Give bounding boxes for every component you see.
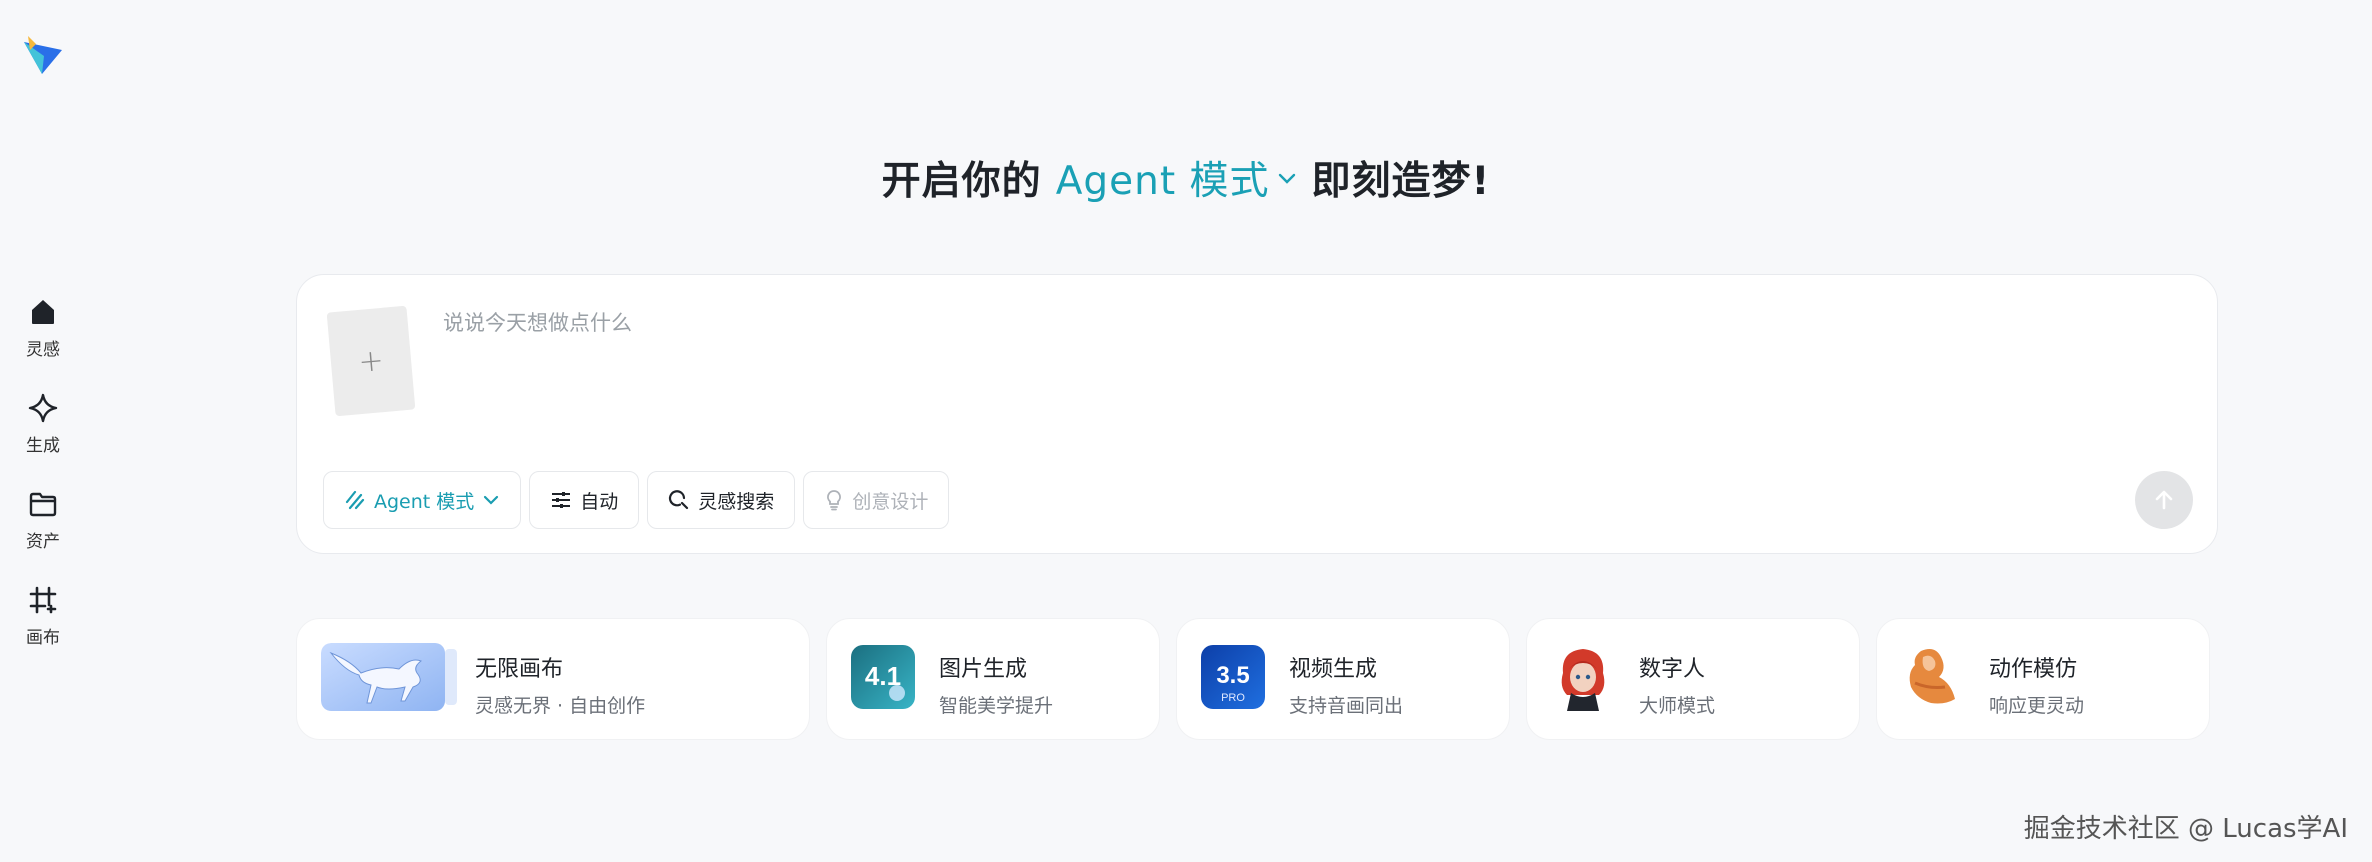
- feature-cards: 无限画布 灵感无界 · 自由创作 4.1 图片生成 智能美学提升 3.5 PRO: [296, 618, 2210, 740]
- mode-selector[interactable]: Agent 模式: [1056, 150, 1298, 206]
- prompt-card: + Agent 模式 自动 灵感搜索 创意设计: [296, 274, 2218, 554]
- heading-prefix: 开启你的: [881, 159, 1042, 204]
- sidebar-item-label: 灵感: [26, 340, 60, 360]
- feature-card-infinite-canvas[interactable]: 无限画布 灵感无界 · 自由创作: [296, 618, 810, 740]
- page-heading: 开启你的 Agent 模式 即刻造梦!: [0, 150, 2372, 206]
- sidebar-item-canvas[interactable]: 画布: [0, 580, 86, 676]
- send-button[interactable]: [2135, 471, 2193, 529]
- sliders-icon: [552, 492, 571, 508]
- red-hair-avatar-thumbnail: [1551, 643, 1615, 711]
- creative-design-label: 创意设计: [852, 490, 929, 513]
- image-gen-version: 4.1: [865, 661, 901, 691]
- agent-icon: [345, 490, 365, 510]
- feature-subtitle: 智能美学提升: [939, 695, 1054, 717]
- heading-suffix: 即刻造梦!: [1311, 159, 1491, 204]
- inspiration-search-chip[interactable]: 灵感搜索: [647, 471, 796, 529]
- sparkle-icon: [27, 392, 59, 424]
- feature-card-digital-human[interactable]: 数字人 大师模式: [1526, 618, 1860, 740]
- auto-settings-chip[interactable]: 自动: [529, 471, 640, 529]
- sidebar-item-label: 生成: [26, 436, 60, 456]
- bulb-icon: [827, 490, 842, 511]
- feature-text: 图片生成 智能美学提升: [939, 651, 1053, 718]
- folder-icon: [27, 488, 59, 520]
- feature-card-motion-imitation[interactable]: 动作模仿 响应更灵动: [1876, 618, 2210, 740]
- video-gen-tier: PRO: [1221, 692, 1245, 704]
- feature-text: 数字人 大师模式: [1639, 651, 1715, 718]
- app-logo[interactable]: [22, 34, 64, 76]
- feature-subtitle: 大师模式: [1639, 695, 1716, 717]
- agent-mode-chip[interactable]: Agent 模式: [323, 471, 522, 529]
- creative-design-chip[interactable]: 创意设计: [803, 471, 950, 529]
- watermark: 掘金技术社区 @ Lucas学AI: [2023, 814, 2348, 844]
- paper-plane-logo-icon: [24, 36, 62, 74]
- upload-reference-button[interactable]: +: [326, 305, 416, 417]
- auto-label: 自动: [580, 490, 619, 513]
- feature-title: 动作模仿: [1989, 657, 2078, 682]
- search-refresh-icon: [669, 490, 689, 510]
- prompt-options: Agent 模式 自动 灵感搜索 创意设计: [323, 471, 950, 529]
- sidebar-item-label: 画布: [26, 628, 60, 648]
- feature-title: 视频生成: [1289, 657, 1378, 682]
- sidebar-item-label: 资产: [26, 532, 60, 552]
- feature-subtitle: 支持音画同出: [1289, 695, 1404, 717]
- mode-label: Agent 模式: [1055, 159, 1270, 204]
- plus-icon: +: [356, 342, 386, 380]
- sidebar-item-assets[interactable]: 资产: [0, 484, 86, 580]
- canvas-frame-icon: [27, 584, 59, 616]
- feature-text: 无限画布 灵感无界 · 自由创作: [475, 651, 645, 718]
- inspiration-search-label: 灵感搜索: [698, 490, 775, 513]
- prompt-input[interactable]: [443, 303, 2143, 343]
- feature-text: 动作模仿 响应更灵动: [1989, 651, 2084, 718]
- feature-title: 无限画布: [475, 657, 564, 682]
- arrow-up-icon: [2155, 490, 2173, 510]
- feature-card-image-generation[interactable]: 4.1 图片生成 智能美学提升: [826, 618, 1160, 740]
- chevron-down-icon: [1278, 173, 1295, 184]
- dancer-thumbnail: [1901, 643, 1965, 711]
- agent-mode-label: Agent 模式: [374, 490, 475, 513]
- feature-subtitle: 响应更灵动: [1989, 695, 2085, 717]
- sidebar: 灵感 生成 资产 画布: [0, 292, 86, 676]
- feature-text: 视频生成 支持音画同出: [1289, 651, 1403, 718]
- video-gen-version: 3.5: [1216, 662, 1249, 689]
- pegasus-thumbnail: [321, 643, 457, 711]
- feature-title: 图片生成: [939, 657, 1028, 682]
- chevron-down-icon: [484, 495, 499, 505]
- feature-title: 数字人: [1639, 657, 1706, 682]
- sidebar-item-inspiration[interactable]: 灵感: [0, 292, 86, 388]
- image-gen-model-badge: 4.1: [851, 643, 915, 711]
- video-gen-model-badge: 3.5 PRO: [1201, 643, 1265, 711]
- feature-subtitle: 灵感无界 · 自由创作: [475, 695, 646, 717]
- feature-card-video-generation[interactable]: 3.5 PRO 视频生成 支持音画同出: [1176, 618, 1510, 740]
- sidebar-item-generate[interactable]: 生成: [0, 388, 86, 484]
- home-icon: [27, 296, 59, 328]
